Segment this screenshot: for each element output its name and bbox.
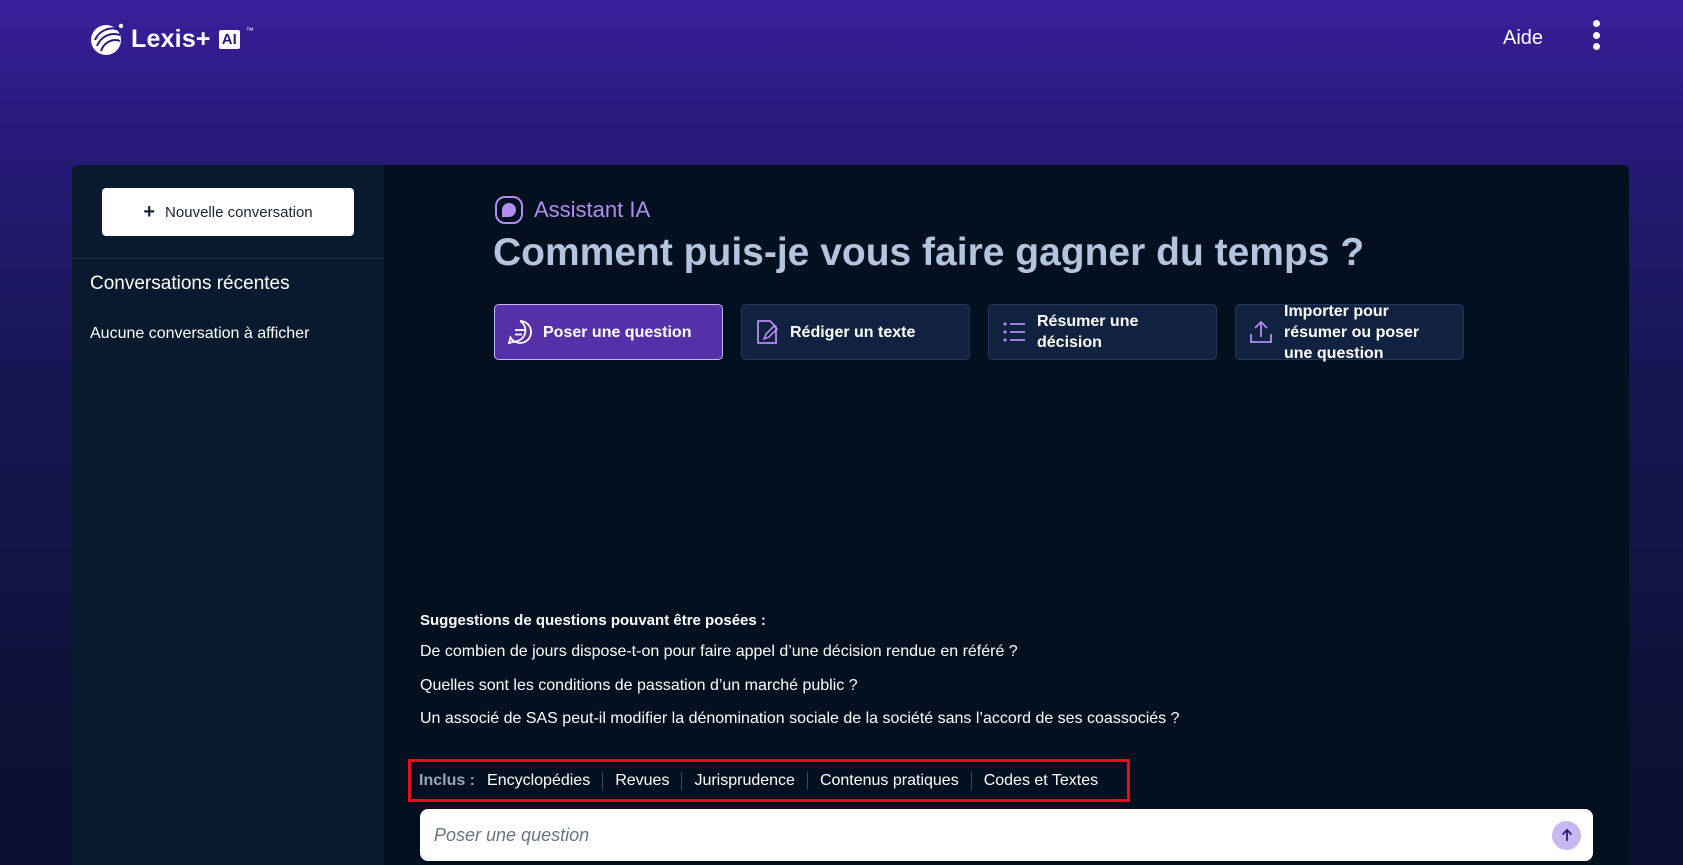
summarize-decision-label: Résumer une décision: [1037, 313, 1139, 351]
source-codes-textes[interactable]: Codes et Textes: [970, 771, 1110, 790]
top-bar: Lexis+ AI ™ Aide: [0, 0, 1683, 80]
list-icon: [1003, 322, 1025, 342]
question-input[interactable]: [434, 824, 1552, 846]
plus-icon: +: [143, 201, 156, 223]
source-jurisprudence[interactable]: Jurisprudence: [681, 771, 807, 790]
suggestion-item[interactable]: De combien de jours dispose-t-on pour fa…: [420, 643, 1018, 661]
sidebar: + Nouvelle conversation Conversations ré…: [72, 165, 384, 865]
suggestions-title: Suggestions de questions pouvant être po…: [420, 612, 766, 629]
edit-document-icon: [757, 320, 779, 344]
send-button[interactable]: [1552, 820, 1581, 850]
lexis-logo[interactable]: Lexis+ AI ™: [89, 22, 254, 56]
assistant-header: Assistant IA: [494, 195, 650, 225]
main-panel: + Nouvelle conversation Conversations ré…: [72, 165, 1629, 865]
included-sources: Inclus : Encyclopédies Revues Jurisprude…: [408, 759, 1130, 802]
source-contenus-pratiques[interactable]: Contenus pratiques: [806, 771, 971, 790]
recent-conversations-empty: Aucune conversation à afficher: [90, 325, 310, 342]
page-title: Comment puis-je vous faire gagner du tem…: [493, 231, 1365, 274]
included-label: Inclus :: [419, 771, 476, 789]
brand-badge: AI: [218, 29, 240, 49]
lexis-logo-icon: [91, 23, 124, 55]
write-text-button[interactable]: Rédiger un texte: [741, 304, 970, 360]
source-encyclopedies[interactable]: Encyclopédies: [487, 772, 602, 790]
help-link[interactable]: Aide: [1503, 27, 1543, 50]
write-text-label: Rédiger un texte: [790, 323, 916, 341]
ask-question-button[interactable]: Poser une question: [494, 304, 723, 360]
arrow-up-icon: [1561, 828, 1572, 841]
dot: [1592, 31, 1600, 39]
assistant-chat-icon: [495, 196, 523, 224]
chat-bubble-icon: [507, 320, 532, 345]
upload-icon: [1250, 320, 1272, 343]
ask-question-label: Poser une question: [543, 323, 692, 341]
import-document-label: Importer pour résumer ou poser une quest…: [1284, 302, 1420, 362]
dot: [1592, 43, 1600, 50]
more-options-icon[interactable]: [1588, 20, 1604, 50]
summarize-decision-button[interactable]: Résumer une décision: [988, 304, 1217, 360]
assistant-label: Assistant IA: [534, 197, 651, 222]
new-conversation-label: Nouvelle conversation: [165, 203, 313, 221]
sidebar-divider: [72, 258, 384, 259]
recent-conversations-title: Conversations récentes: [90, 273, 290, 294]
source-revues[interactable]: Revues: [602, 771, 681, 790]
action-buttons: Poser une question Rédiger un texte Résu…: [494, 303, 1464, 362]
new-conversation-button[interactable]: + Nouvelle conversation: [102, 188, 354, 236]
import-document-button[interactable]: Importer pour résumer ou poser une quest…: [1235, 303, 1464, 362]
suggestion-item[interactable]: Quelles sont les conditions de passation…: [420, 677, 858, 695]
dot: [1592, 20, 1600, 27]
question-box: [420, 809, 1593, 861]
brand-trademark: ™: [245, 26, 254, 35]
suggestion-item[interactable]: Un associé de SAS peut-il modifier la dé…: [420, 710, 1180, 728]
brand-name: Lexis+: [131, 24, 211, 53]
